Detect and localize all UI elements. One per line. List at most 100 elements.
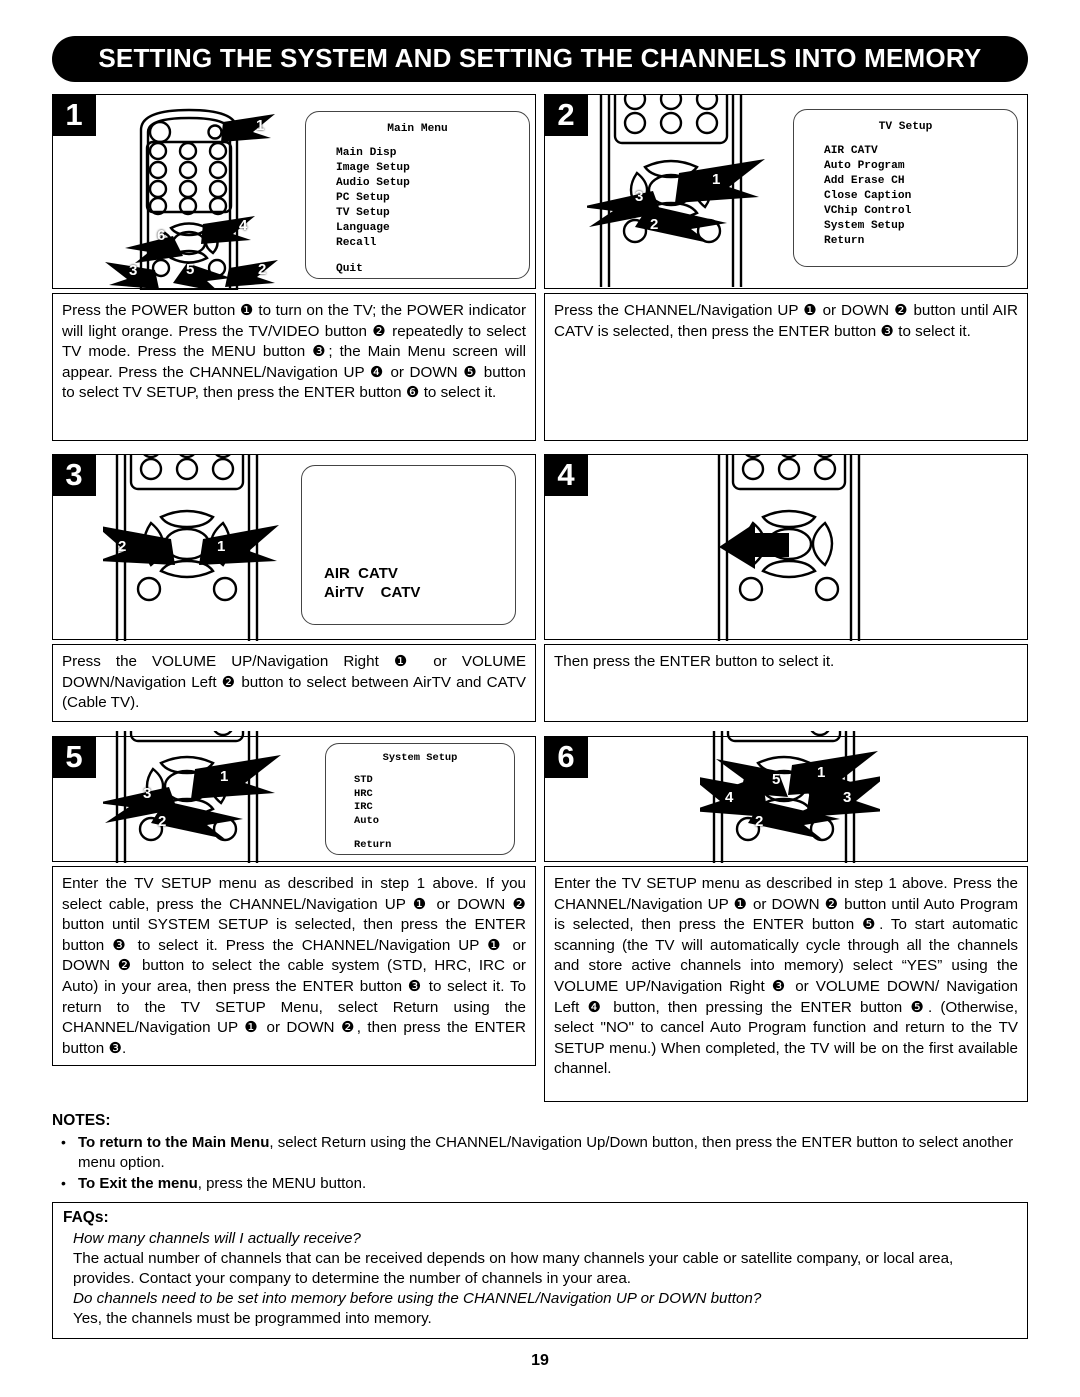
osd-item: PC Setup [336,192,390,204]
osd-spacer [314,251,521,262]
notes-section: NOTES: To return to the Main Menu, selec… [52,1112,1028,1194]
osd-item: Language [336,222,390,234]
system-setup-menu-screen: System Setup STD HRC IRC Auto Return [325,743,515,855]
step-5-cell: 5 1 2 3 System Setup STD HRC IRC Auto Re… [52,731,536,1102]
osd-title: Main Menu [387,123,448,135]
callout-3: 3 [843,789,852,806]
osd-item: System Setup [824,220,905,232]
step-1-cell: 1 1 2 3 4 5 6 Main Menu Main Disp Image … [52,94,536,441]
callout-1: 1 [712,171,721,188]
step-3-instruction: Press the VOLUME UP/Navigation Right ❶ o… [62,653,526,712]
step-6-text: Enter the TV SETUP menu as described in … [544,866,1028,1102]
step-4-text: Then press the ENTER button to select it… [544,644,1028,722]
step-2-badge: 2 [544,94,588,136]
osd-item: Auto [354,814,379,827]
osd-item: Add Erase CH [824,175,905,187]
callout-1: 1 [817,764,826,781]
manual-page: SETTING THE SYSTEM AND SETTING THE CHANN… [40,18,1040,1378]
step-3-cell: 3 1 2 AIR CATV AirTV CATV Press the VOLU… [52,454,536,722]
osd-item: HRC [354,787,373,800]
osd-item: Audio Setup [336,177,410,189]
callout-1: 1 [217,538,226,555]
callout-2: 2 [650,216,659,233]
faq-section: FAQs: How many channels will I actually … [52,1202,1028,1339]
callout-4: 4 [239,217,248,234]
remote-control-diagram [103,455,279,641]
osd-title: System Setup [382,752,458,764]
callout-2: 2 [158,813,167,830]
step-1-instruction: Press the POWER button ❶ to turn on the … [62,302,526,402]
osd-title: TV Setup [878,121,933,133]
osd-item: Auto Program [824,160,905,172]
osd-item: Image Setup [336,162,410,174]
osd-item: AIR CATV [824,145,878,157]
step-2-cell: 2 1 2 3 TV Setup AIR CATV Auto Program A… [544,94,1028,441]
osd-item: Close Caption [824,190,912,202]
osd-item-return: Return [354,839,392,852]
step-3-figure: 3 1 2 AIR CATV AirTV CATV [52,454,536,641]
callout-2: 2 [258,261,267,278]
page-title-banner: SETTING THE SYSTEM AND SETTING THE CHANN… [52,36,1028,82]
notes-heading: NOTES: [52,1112,111,1129]
osd-item: Return [824,235,865,247]
tv-setup-menu-screen: TV Setup AIR CATV Auto Program Add Erase… [793,109,1018,267]
step-6-figure: 6 1 2 3 4 5 [544,731,1028,863]
callout-2: 2 [755,813,764,830]
faq-question: How many channels will I actually receiv… [73,1230,361,1247]
osd-spacer [332,828,508,839]
callout-1: 1 [256,117,265,134]
callout-5: 5 [186,261,195,278]
main-menu-screen: Main Menu Main Disp Image Setup Audio Se… [305,111,530,279]
note-rest: , press the MENU button. [197,1175,367,1192]
step-5-figure: 5 1 2 3 System Setup STD HRC IRC Auto Re… [52,731,536,863]
step-6-instruction: Enter the TV SETUP menu as described in … [554,875,1018,1078]
step-2-instruction: Press the CHANNEL/Navigation UP ❶ or DOW… [554,302,1018,340]
step-4-badge: 4 [544,454,588,496]
faq-answer: Yes, the channels must be programmed int… [73,1310,432,1327]
callout-2: 2 [118,538,127,555]
osd-item: STD [354,774,373,787]
callout-4: 4 [725,789,734,806]
remote-control-diagram [587,95,765,287]
note-item: To Exit the menu, press the MENU button. [52,1173,1028,1194]
air-catv-selection-screen: AIR CATV AirTV CATV [301,465,516,625]
osd-item: Main Disp [336,147,397,159]
callout-6: 6 [157,227,166,244]
step-5-instruction: Enter the TV SETUP menu as described in … [62,875,526,1057]
step-1-badge: 1 [52,94,96,136]
step-2-figure: 2 1 2 3 TV Setup AIR CATV Auto Program A… [544,94,1028,289]
osd-item: Recall [336,237,377,249]
page-title: SETTING THE SYSTEM AND SETTING THE CHANN… [98,44,982,73]
osd-item: TV Setup [336,207,390,219]
page-number: 19 [531,1352,549,1369]
step-3-text: Press the VOLUME UP/Navigation Right ❶ o… [52,644,536,722]
step-1-text: Press the POWER button ❶ to turn on the … [52,293,536,441]
callout-3: 3 [129,262,138,279]
step-5-text: Enter the TV SETUP menu as described in … [52,866,536,1066]
osd-item: IRC [354,801,373,814]
step-5-badge: 5 [52,736,96,778]
remote-control-diagram [103,731,281,863]
step-1-figure: 1 1 2 3 4 5 6 Main Menu Main Disp Image … [52,94,536,290]
step-2-text: Press the CHANNEL/Navigation UP ❶ or DOW… [544,293,1028,441]
callout-3: 3 [635,188,644,205]
steps-grid: 1 1 2 3 4 5 6 Main Menu Main Disp Image … [52,94,1028,1102]
notes-list: To return to the Main Menu, select Retur… [52,1132,1028,1194]
step-4-instruction: Then press the ENTER button to select it… [554,653,835,670]
callout-5: 5 [772,771,781,788]
step-4-figure: 4 [544,454,1028,641]
callout-3: 3 [143,785,152,802]
step-6-cell: 6 1 2 3 4 5 Enter the TV SETUP menu as d… [544,731,1028,1102]
osd-item-quit: Quit [336,263,363,275]
step-6-badge: 6 [544,736,588,778]
osd-item: VChip Control [824,205,912,217]
faq-question: Do channels need to be set into memory b… [73,1290,762,1307]
step-4-cell: 4 Then press the ENTER button to select … [544,454,1028,722]
faq-answer: The actual number of channels that can b… [73,1250,954,1287]
callout-1: 1 [220,768,229,785]
air-catv-line-1: AIR CATV [324,565,398,582]
air-catv-lines: AIR CATV AirTV CATV [324,564,420,602]
step-3-badge: 3 [52,454,96,496]
faq-heading: FAQs: [63,1209,109,1226]
note-bold: To return to the Main Menu [78,1134,270,1151]
